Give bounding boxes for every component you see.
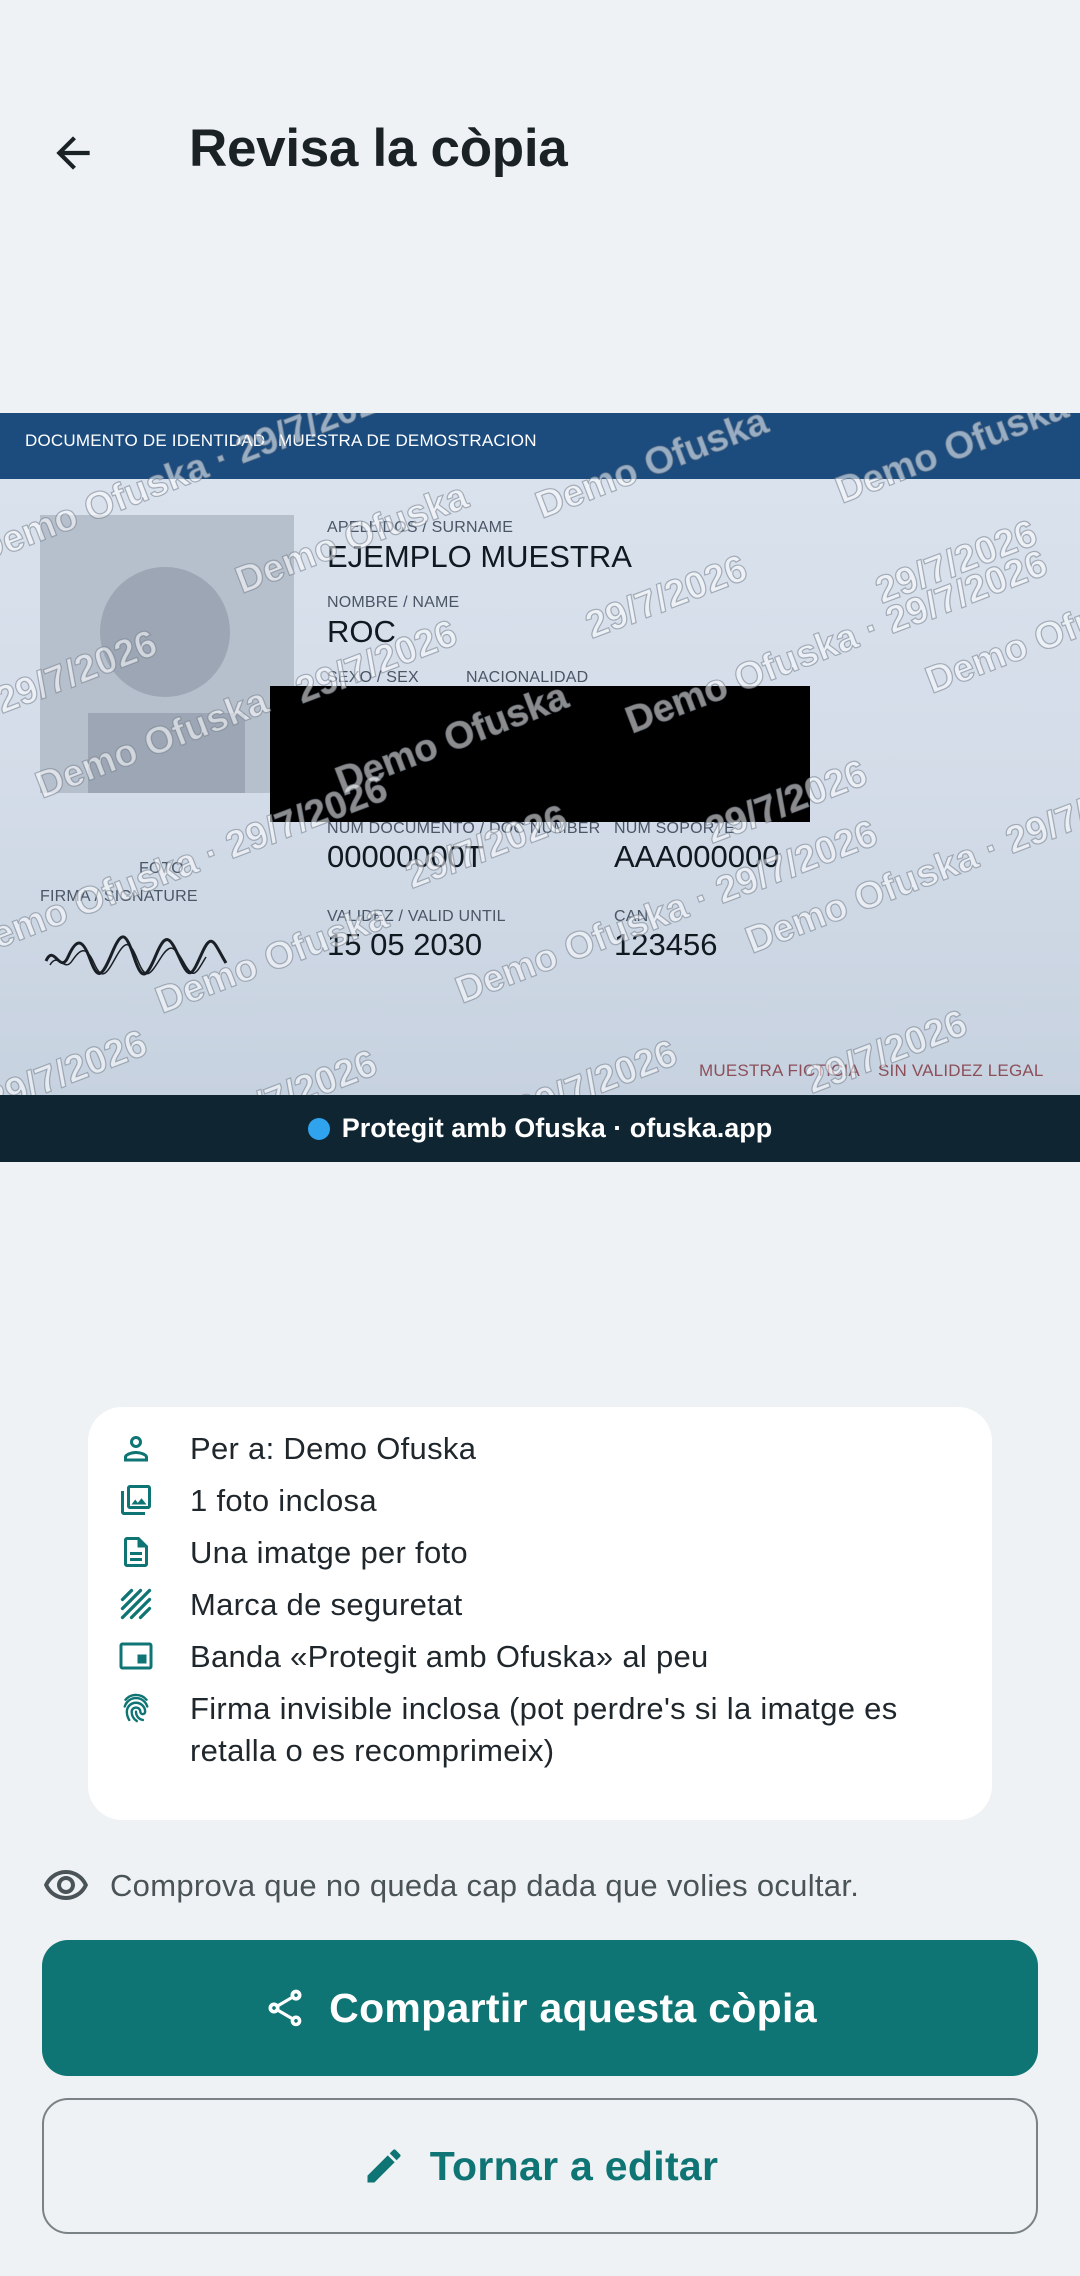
surname-value: EJEMPLO MUESTRA [327,539,632,574]
photo-placeholder [40,515,294,793]
watermark-text: 29/7/2026 [509,1032,683,1095]
arrow-back-icon [56,136,90,170]
edit-button-label: Tornar a editar [429,2142,719,2189]
card-footer-right: SIN VALIDEZ LEGAL [878,1061,1044,1080]
eye-icon [44,1870,88,1900]
detail-text: 1 foto inclosa [190,1483,377,1518]
detail-text: Marca de seguretat [190,1587,463,1622]
back-button[interactable] [40,120,106,186]
detail-security-mark: Marca de seguretat [116,1584,960,1626]
detail-text: Una imatge per foto [190,1535,468,1570]
detail-image-per-photo: Una imatge per foto [116,1532,960,1574]
protection-banner: Protegit amb Ofuska · ofuska.app [0,1095,1080,1162]
support-value: AAA000000 [614,839,780,874]
footer-band-icon [116,1636,156,1676]
card-header-band: DOCUMENTO DE IDENTIDAD MUESTRA DE DEMOST… [0,413,1080,479]
redaction-box [270,686,810,822]
watermark-text: 29/7/2026 [209,1042,383,1095]
check-reminder-text: Comprova que no queda cap dada que volie… [110,1868,860,1903]
check-reminder: Comprova que no queda cap dada que volie… [42,1862,859,1910]
pencil-icon [367,2149,401,2183]
card-footer-left: MUESTRA FICTICIA [699,1061,860,1080]
photo-label: FOTO [139,860,184,877]
watermark-text: 29/7/2026 [869,512,1043,613]
can-value: 123456 [614,927,718,962]
nationality-label: NACIONALIDAD [466,669,589,686]
watermark-text: Demo Ofuska [919,575,1080,703]
detail-text: Banda «Protegit amb Ofuska» al peu [190,1639,709,1674]
signature-label: FIRMA / SIGNATURE [40,888,198,905]
support-label: NUM SOPORTE [614,820,736,837]
document-icon [116,1532,156,1572]
detail-invisible-signature: Firma invisible inclosa (pot perdre's si… [116,1688,960,1772]
copy-preview: DOCUMENTO DE IDENTIDAD MUESTRA DE DEMOST… [0,413,1080,1162]
detail-text: Firma invisible inclosa (pot perdre's si… [190,1691,898,1768]
share-icon [268,1989,302,2027]
card-header-left: DOCUMENTO DE IDENTIDAD [25,431,266,450]
signature-scribble [44,935,228,976]
can-label: CAN [614,908,649,925]
edit-again-button[interactable]: Tornar a editar [42,2098,1038,2234]
name-label: NOMBRE / NAME [327,594,460,611]
fingerprint-icon [116,1688,156,1728]
docnum-value: 00000000T [327,839,484,874]
person-icon [116,1428,156,1468]
photo-library-icon [116,1480,156,1520]
page-title: Revisa la còpia [189,119,568,178]
watermark-text: 29/7/2026 [799,1002,973,1095]
detail-text: Per a: Demo Ofuska [190,1431,477,1466]
copy-details-card: Per a: Demo Ofuska 1 foto inclosa Una im… [88,1407,992,1820]
share-copy-button[interactable]: Compartir aquesta còpia [42,1940,1038,2076]
surname-label: APELLIDOS / SURNAME [327,519,514,536]
card-header-right: MUESTRA DE DEMOSTRACION [278,431,537,450]
name-value: ROC [327,614,396,649]
sex-label: SEXO / SEX [327,669,419,686]
detail-recipient: Per a: Demo Ofuska [116,1428,960,1470]
banner-dot-icon [307,1117,330,1140]
validity-label: VALIDEZ / VALID UNTIL [327,908,506,925]
docnum-label: NUM DOCUMENTO / DOC NUMBER [327,820,601,837]
hatch-pattern-icon [116,1584,156,1624]
detail-photo-count: 1 foto inclosa [116,1480,960,1522]
detail-footer-band: Banda «Protegit amb Ofuska» al peu [116,1636,960,1678]
id-card-image: DOCUMENTO DE IDENTIDAD MUESTRA DE DEMOST… [0,413,1080,1095]
share-button-label: Compartir aquesta còpia [329,1984,817,2031]
banner-text: Protegit amb Ofuska · ofuska.app [341,1113,773,1143]
validity-value: 15 05 2030 [327,927,483,962]
watermark-text: 29/7/2026 [0,1022,153,1095]
app-bar: Revisa la còpia [0,0,1080,310]
